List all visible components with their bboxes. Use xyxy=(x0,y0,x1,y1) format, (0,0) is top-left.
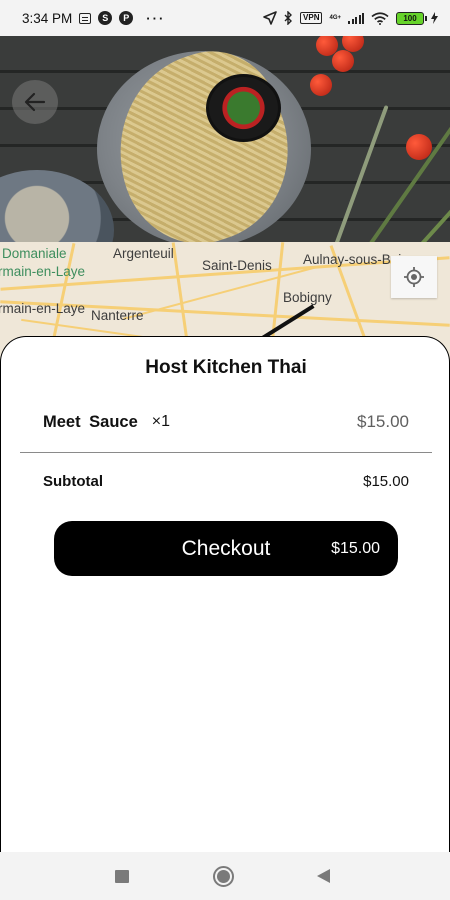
status-time: 3:34 PM xyxy=(22,10,73,26)
restaurant-hero-image xyxy=(0,36,450,242)
map-label: Bobigny xyxy=(283,290,332,305)
route-line xyxy=(261,304,315,340)
my-location-icon xyxy=(404,267,424,287)
signal-icon xyxy=(348,12,364,24)
checkout-amount: $15.00 xyxy=(331,540,380,557)
checkout-button[interactable]: Checkout $15.00 xyxy=(54,521,398,576)
status-bar: 3:34 PM S P ··· VPN 4G+ 100 xyxy=(0,0,450,36)
tomato-image xyxy=(310,74,332,96)
herb-image xyxy=(330,104,389,242)
map-label: Saint-Denis xyxy=(202,258,272,273)
network-type: 4G+ xyxy=(329,15,341,21)
map-label: rmain-en-Laye xyxy=(0,264,86,279)
arrow-left-icon xyxy=(24,92,46,112)
bluetooth-icon xyxy=(284,11,293,25)
back-triangle-icon[interactable] xyxy=(317,869,330,883)
charging-icon xyxy=(431,12,438,24)
subtotal-value: $15.00 xyxy=(363,472,409,490)
notes-icon xyxy=(79,12,92,24)
my-location-button[interactable] xyxy=(391,256,437,298)
dipping-sauce-image xyxy=(206,74,281,142)
vpn-badge: VPN xyxy=(300,12,323,24)
herb-image xyxy=(360,99,450,242)
map-label: Domaniale xyxy=(2,246,67,261)
tomato-image xyxy=(332,50,354,72)
battery-icon: 100 xyxy=(396,11,427,25)
cart-item-row[interactable]: Meet Sauce ×1 $15.00 xyxy=(43,410,409,434)
cart-item-price: $15.00 xyxy=(357,412,409,431)
s-app-icon: S xyxy=(98,11,113,25)
home-circle-icon[interactable] xyxy=(213,866,234,887)
battery-level: 100 xyxy=(403,13,417,23)
tomato-image xyxy=(342,36,364,52)
cart-bottom-sheet: Host Kitchen Thai Meet Sauce ×1 $15.00 S… xyxy=(0,336,450,852)
cart-item-name: Meet Sauce xyxy=(43,412,138,431)
cart-item-quantity: ×1 xyxy=(151,413,171,430)
map-label: Argenteuil xyxy=(113,246,174,261)
divider xyxy=(20,452,432,453)
more-notifications-icon: ··· xyxy=(146,10,166,26)
back-button[interactable] xyxy=(12,80,58,124)
restaurant-name: Host Kitchen Thai xyxy=(145,357,307,378)
location-arrow-icon xyxy=(263,11,277,25)
map-label: Nanterre xyxy=(91,308,144,323)
p-app-icon: P xyxy=(119,11,134,25)
wifi-icon xyxy=(371,11,389,25)
subtotal-label: Subtotal xyxy=(43,472,103,490)
system-nav-bar xyxy=(0,852,450,900)
recents-square-icon[interactable] xyxy=(115,870,129,883)
salad-bowl-image xyxy=(0,170,114,242)
subtotal-row: Subtotal $15.00 xyxy=(43,470,409,492)
map-label: rmain-en-Laye xyxy=(0,301,86,316)
